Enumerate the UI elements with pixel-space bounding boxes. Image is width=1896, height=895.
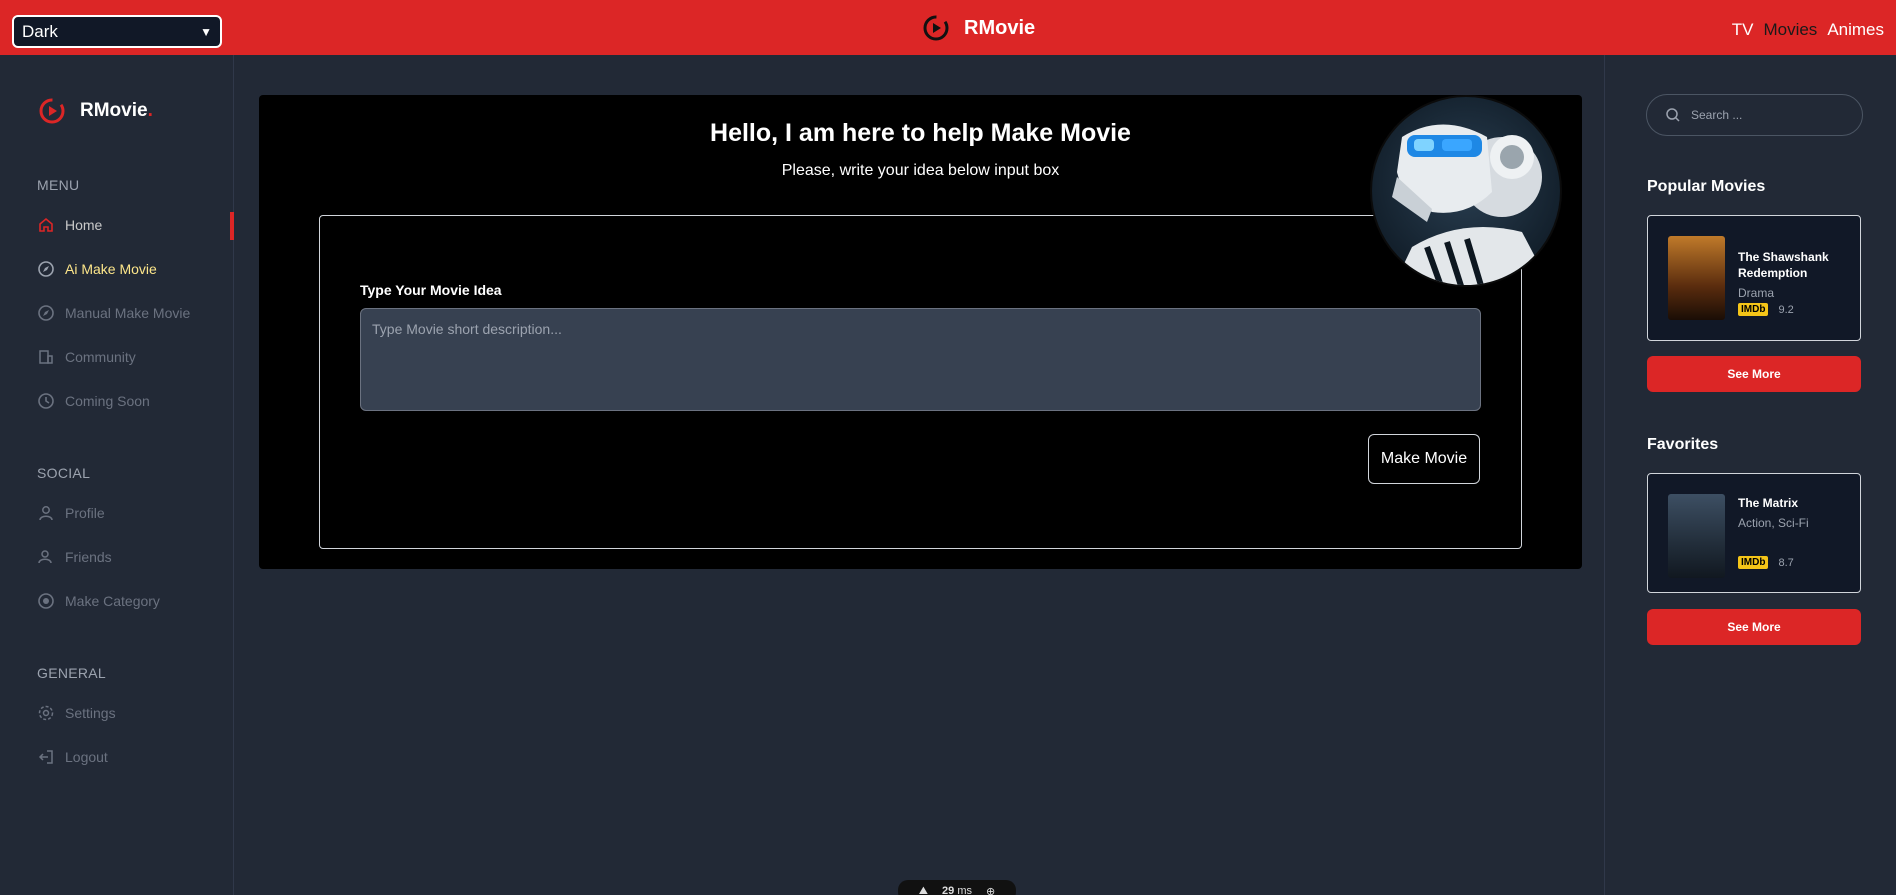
building-icon xyxy=(37,348,55,366)
gear-icon xyxy=(37,704,55,722)
sidebar-item-logout[interactable]: Logout xyxy=(37,748,108,766)
general-section-title: GENERAL xyxy=(37,665,107,681)
theme-select[interactable]: Dark ▼ xyxy=(12,15,222,48)
fps-unit: ms xyxy=(957,885,972,895)
sidebar-item-label: Ai Make Movie xyxy=(65,261,157,277)
idea-form: Type Your Movie Idea Type Movie short de… xyxy=(319,215,1522,549)
sidebar-item-manual-make-movie[interactable]: Manual Make Movie xyxy=(37,304,190,322)
social-section-title: SOCIAL xyxy=(37,465,91,481)
compass-icon xyxy=(37,260,55,278)
compass-icon xyxy=(37,304,55,322)
rating-value: 9.2 xyxy=(1778,303,1794,316)
sidebar-item-label: Friends xyxy=(65,549,112,565)
performance-widget[interactable]: ⛰ 29 ms ⊕ xyxy=(898,880,1016,895)
brand-center[interactable]: RMovie xyxy=(922,14,1035,42)
sidebar-item-friends[interactable]: Friends xyxy=(37,548,112,566)
active-indicator xyxy=(230,212,234,240)
settings-icon: ⊕ xyxy=(986,885,996,895)
sidebar-item-label: Settings xyxy=(65,705,116,721)
idea-label: Type Your Movie Idea xyxy=(360,282,502,298)
right-sidebar: Search ... Popular Movies The Shawshank … xyxy=(1604,55,1896,895)
sidebar-item-make-category[interactable]: Make Category xyxy=(37,592,160,610)
favorite-movie-card[interactable]: The Matrix Action, Sci-Fi IMDb 8.7 xyxy=(1647,473,1861,593)
theme-select-value: Dark xyxy=(22,21,58,41)
search-input[interactable]: Search ... xyxy=(1646,94,1863,136)
sidebar-item-community[interactable]: Community xyxy=(37,348,136,366)
sidebar-item-coming-soon[interactable]: Coming Soon xyxy=(37,392,150,410)
brand-dot: . xyxy=(147,100,153,121)
target-icon xyxy=(37,592,55,610)
movie-rating: IMDb 8.7 xyxy=(1738,556,1794,569)
sidebar-item-settings[interactable]: Settings xyxy=(37,704,116,722)
nav-tv[interactable]: TV xyxy=(1732,20,1754,40)
favorites-title: Favorites xyxy=(1647,436,1719,453)
popular-movie-card[interactable]: The Shawshank Redemption Drama IMDb 9.2 xyxy=(1647,215,1861,341)
users-icon xyxy=(37,548,55,566)
top-nav: TV Movies Animes xyxy=(1732,20,1884,40)
sidebar-item-ai-make-movie[interactable]: Ai Make Movie xyxy=(37,260,157,278)
sidebar-brand[interactable]: RMovie. xyxy=(38,97,153,125)
fps-value: 29 xyxy=(942,885,955,895)
sidebar-item-label: Community xyxy=(65,349,136,365)
chevron-down-icon: ▼ xyxy=(200,24,212,39)
movie-idea-textarea[interactable]: Type Movie short description... xyxy=(360,308,1481,411)
nav-movies[interactable]: Movies xyxy=(1763,20,1817,40)
make-movie-button[interactable]: Make Movie xyxy=(1368,434,1480,484)
movie-genre: Drama xyxy=(1738,286,1775,300)
rating-value: 8.7 xyxy=(1778,556,1794,569)
clock-icon xyxy=(37,392,55,410)
left-sidebar: RMovie. MENU Home Ai Make Movie Manual M… xyxy=(0,55,234,895)
sidebar-item-label: Make Category xyxy=(65,593,160,609)
imdb-badge: IMDb xyxy=(1738,303,1769,316)
sidebar-item-label: Home xyxy=(65,217,103,233)
see-more-popular-button[interactable]: See More xyxy=(1647,356,1861,392)
play-logo-icon xyxy=(39,98,65,124)
menu-section-title: MENU xyxy=(37,177,80,193)
search-placeholder: Search ... xyxy=(1691,108,1743,122)
sidebar-item-label: Logout xyxy=(65,749,108,765)
sidebar-item-label: Manual Make Movie xyxy=(65,305,191,321)
movie-maker-card: Hello, I am here to help Make Movie Plea… xyxy=(259,95,1582,569)
movie-rating: IMDb 9.2 xyxy=(1738,303,1794,316)
movie-title: The Shawshank Redemption xyxy=(1738,250,1829,280)
see-more-favorites-button[interactable]: See More xyxy=(1647,609,1861,645)
popular-movies-title: Popular Movies xyxy=(1647,178,1766,195)
user-icon xyxy=(37,504,55,522)
sidebar-brand-name: RMovie xyxy=(80,100,148,121)
search-icon xyxy=(1666,108,1680,122)
movie-poster xyxy=(1668,236,1725,320)
top-bar: Dark ▼ RMovie TV Movies Animes xyxy=(0,0,1896,55)
brand-title: RMovie xyxy=(964,16,1036,39)
nav-animes[interactable]: Animes xyxy=(1827,20,1884,40)
sidebar-item-label: Coming Soon xyxy=(65,393,150,409)
home-icon xyxy=(37,216,55,234)
robot-avatar xyxy=(1370,95,1562,287)
sidebar-item-label: Profile xyxy=(65,505,105,521)
mountain-icon: ⛰ xyxy=(918,884,929,895)
imdb-badge: IMDb xyxy=(1738,556,1769,569)
sidebar-item-home[interactable]: Home xyxy=(37,216,102,234)
movie-poster xyxy=(1668,494,1725,578)
movie-genre: Action, Sci-Fi xyxy=(1738,516,1809,530)
movie-title: The Matrix xyxy=(1738,496,1799,510)
play-logo-icon xyxy=(923,15,949,41)
sidebar-item-profile[interactable]: Profile xyxy=(37,504,105,522)
logout-icon xyxy=(37,748,55,766)
